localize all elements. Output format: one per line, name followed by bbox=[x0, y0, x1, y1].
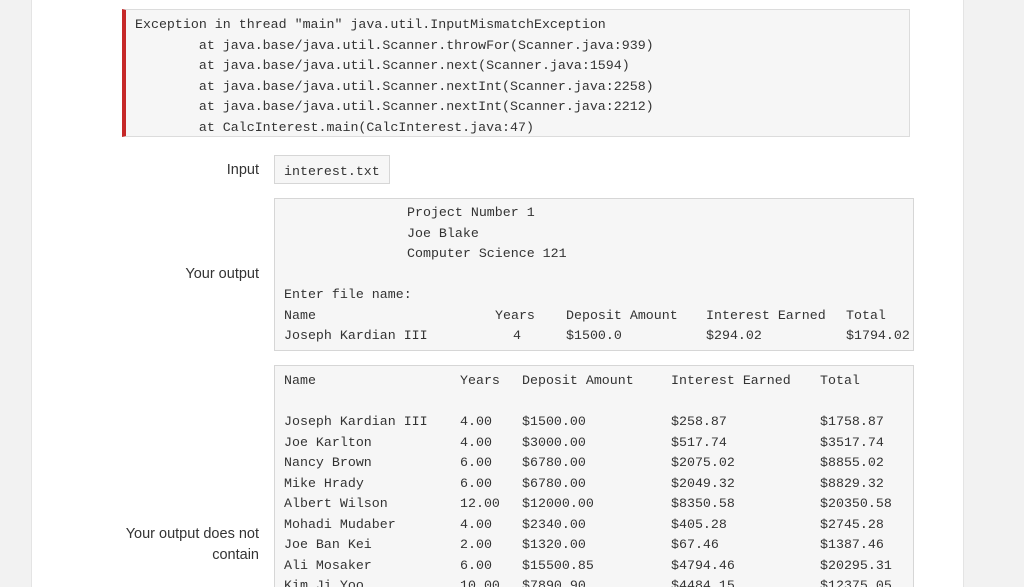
output-cell-interest: $294.02 bbox=[706, 328, 762, 343]
missing-table-cell: 4.00 bbox=[460, 434, 492, 450]
error-line-3: at java.base/java.util.Scanner.nextInt(S… bbox=[135, 78, 654, 94]
error-line-5: at CalcInterest.main(CalcInterest.java:4… bbox=[135, 119, 534, 135]
missing-col-header: Years bbox=[460, 373, 500, 388]
your-output-label: Your output bbox=[185, 266, 259, 282]
output-col-total: Total bbox=[846, 307, 886, 323]
page: Exception in thread "main" java.util.Inp… bbox=[31, 0, 964, 587]
missing-table-cell: $15500.85 bbox=[522, 557, 594, 573]
missing-table-cell: $517.74 bbox=[671, 434, 727, 450]
missing-table-cell: Albert Wilson bbox=[284, 496, 388, 511]
missing-table-cell: $2075.02 bbox=[671, 455, 735, 470]
missing-table-cell: $2049.32 bbox=[671, 475, 735, 491]
missing-table-cell: Mohadi Mudaber bbox=[284, 516, 396, 532]
missing-table-cell: $4484.15 bbox=[671, 578, 735, 587]
output-col-years: Years bbox=[495, 307, 535, 323]
missing-table-cell: 12.00 bbox=[460, 496, 500, 511]
output-header-line-2: Computer Science 121 bbox=[407, 246, 567, 261]
missing-output-label: Your output does not contain bbox=[89, 524, 259, 566]
missing-table-cell: $2340.00 bbox=[522, 516, 586, 532]
your-output-box: Project Number 1 Joe Blake Computer Scie… bbox=[274, 198, 914, 351]
missing-output-label-text: Your output does not contain bbox=[125, 526, 259, 563]
missing-table-cell: Kim Ji Yoo bbox=[284, 578, 364, 587]
output-header-line-1: Joe Blake bbox=[407, 225, 479, 241]
output-cell-total: $1794.02 bbox=[846, 328, 910, 343]
missing-table-cell: 4.00 bbox=[460, 516, 492, 532]
missing-table-cell: $6780.00 bbox=[522, 475, 586, 491]
missing-table-cell: $20295.31 bbox=[820, 557, 892, 573]
output-cell-name: Joseph Kardian III bbox=[284, 328, 428, 343]
missing-table-cell: Mike Hrady bbox=[284, 475, 364, 491]
output-prompt: Enter file name: bbox=[284, 287, 412, 302]
missing-table-cell: $1758.87 bbox=[820, 414, 884, 429]
missing-table-cell: $2745.28 bbox=[820, 516, 884, 532]
missing-table-cell: Joe Karlton bbox=[284, 434, 372, 450]
output-col-name: Name bbox=[284, 307, 316, 323]
missing-table-cell: $1387.46 bbox=[820, 537, 884, 552]
missing-table-cell: 10.00 bbox=[460, 578, 500, 587]
error-line-2: at java.base/java.util.Scanner.next(Scan… bbox=[135, 58, 630, 73]
missing-table-cell: $3517.74 bbox=[820, 434, 884, 450]
missing-table-cell: $20350.58 bbox=[820, 496, 892, 511]
missing-table-cell: Joe Ban Kei bbox=[284, 537, 372, 552]
missing-table-cell: 2.00 bbox=[460, 537, 492, 552]
missing-table-cell: $3000.00 bbox=[522, 434, 586, 450]
missing-table-cell: 6.00 bbox=[460, 455, 492, 470]
missing-table-cell: Joseph Kardian III bbox=[284, 414, 428, 429]
missing-table-cell: $67.46 bbox=[671, 537, 719, 552]
input-label: Input bbox=[226, 162, 259, 178]
missing-table-cell: $1320.00 bbox=[522, 537, 586, 552]
output-header-line-0: Project Number 1 bbox=[407, 205, 535, 220]
missing-table-cell: $8350.58 bbox=[671, 496, 735, 511]
missing-col-header: Total bbox=[820, 373, 860, 388]
missing-table-cell: 4.00 bbox=[460, 414, 492, 429]
missing-table-cell: $12000.00 bbox=[522, 496, 594, 511]
missing-table-cell: $12375.05 bbox=[820, 578, 892, 587]
missing-table-cell: $7890.90 bbox=[522, 578, 586, 587]
error-line-1: at java.base/java.util.Scanner.throwFor(… bbox=[135, 37, 654, 53]
missing-table-cell: $1500.00 bbox=[522, 414, 586, 429]
output-cell-deposit: $1500.0 bbox=[566, 328, 622, 343]
missing-table-cell: $258.87 bbox=[671, 414, 727, 429]
missing-table-cell: $6780.00 bbox=[522, 455, 586, 470]
error-output-box: Exception in thread "main" java.util.Inp… bbox=[122, 9, 910, 137]
missing-col-header: Interest Earned bbox=[671, 373, 791, 388]
missing-output-box: Name Years Deposit Amount Interest Earned To… bbox=[274, 365, 914, 587]
missing-table-cell: $4794.46 bbox=[671, 557, 735, 573]
missing-table-cell: $8829.32 bbox=[820, 475, 884, 491]
input-value-box: interest.txt bbox=[274, 155, 390, 184]
error-line-4: at java.base/java.util.Scanner.nextInt(S… bbox=[135, 99, 654, 114]
missing-table-cell: Ali Mosaker bbox=[284, 557, 372, 573]
missing-table-cell: Nancy Brown bbox=[284, 455, 372, 470]
missing-col-header: Name bbox=[284, 373, 316, 388]
output-cell-years: 4 bbox=[513, 328, 521, 343]
missing-table-cell: $8855.02 bbox=[820, 455, 884, 470]
error-line-0: Exception in thread "main" java.util.Inp… bbox=[135, 17, 606, 32]
missing-table-cell: 6.00 bbox=[460, 557, 492, 573]
input-value: interest.txt bbox=[284, 164, 380, 179]
missing-table-cell: $405.28 bbox=[671, 516, 727, 532]
missing-col-header: Deposit Amount bbox=[522, 373, 634, 388]
output-col-deposit: Deposit Amount bbox=[566, 307, 678, 323]
missing-table-cell: 6.00 bbox=[460, 475, 492, 491]
output-col-interest: Interest Earned bbox=[706, 307, 826, 323]
